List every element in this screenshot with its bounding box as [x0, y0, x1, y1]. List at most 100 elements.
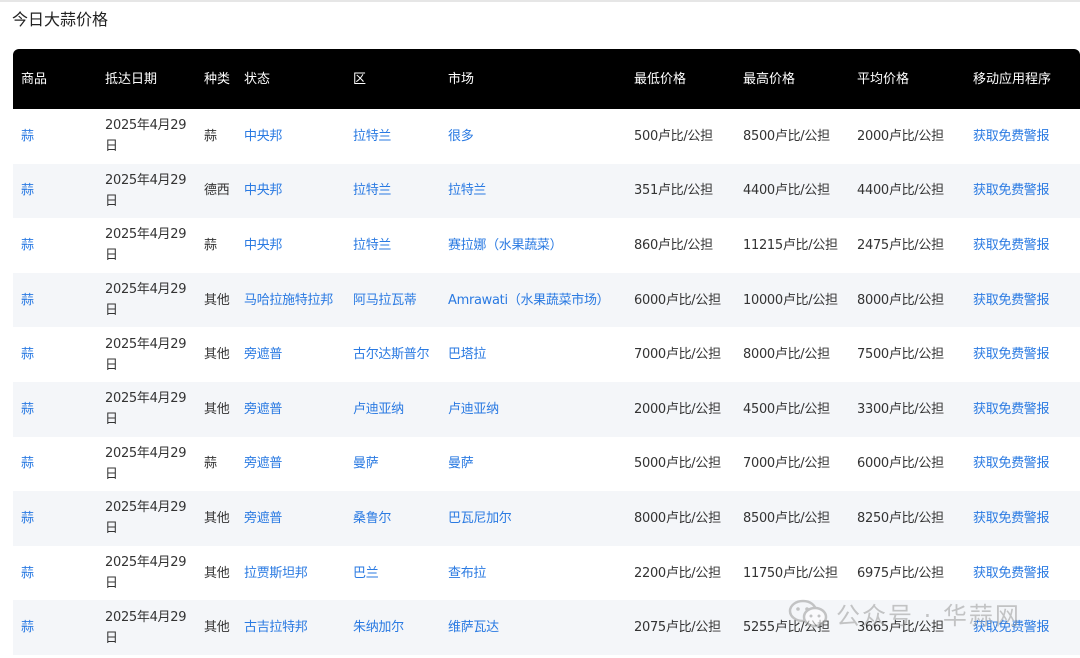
- cell-avg-price: 7500卢比/公担: [857, 347, 944, 363]
- cell-max-price: 8000卢比/公担: [743, 347, 830, 363]
- cell-max-price: 8500卢比/公担: [743, 128, 830, 144]
- cell-commodity[interactable]: 蒜: [13, 273, 97, 328]
- cell-market[interactable]: Amrawati（水果蔬菜市场）: [440, 273, 626, 328]
- cell-state[interactable]: 拉贾斯坦邦: [236, 546, 345, 601]
- cell-min-price: 351卢比/公担: [634, 183, 713, 199]
- cell-state[interactable]: 旁遮普: [236, 491, 345, 546]
- cell-arrival-date: 2025年4月29日: [105, 227, 187, 264]
- table-body: 蒜 2025年4月29日蒜中央邦 拉特兰 很多 500卢比/公担 8500卢比/公担 200…: [13, 109, 1080, 655]
- cell-state[interactable]: 中央邦: [236, 218, 345, 273]
- get-free-alerts-link[interactable]: 获取免费警报: [965, 382, 1080, 437]
- cell-state[interactable]: 旁遮普: [236, 437, 345, 492]
- get-free-alerts-link[interactable]: 获取免费警报: [965, 600, 1080, 655]
- header-mobile-app[interactable]: 移动应用程序: [965, 49, 1080, 109]
- cell-commodity[interactable]: 蒜: [13, 491, 97, 546]
- table-row: 蒜 2025年4月29日 其他 拉贾斯坦邦 巴兰 查布拉 2200卢比/公担 11750卢比/…: [13, 545, 1080, 601]
- get-free-alerts-link[interactable]: 获取免费警报: [965, 491, 1080, 546]
- cell-state[interactable]: 旁遮普: [236, 327, 345, 382]
- price-table-container: 商品 抵达日期 种类 状态 区 市场 最低价格 最高价格 平均价格 移动应用程序…: [13, 49, 1080, 655]
- get-free-alerts-link[interactable]: 获取免费警报: [965, 164, 1080, 219]
- get-free-alerts-link[interactable]: 获取免费警报: [965, 437, 1080, 492]
- header-avg-price[interactable]: 平均价格: [849, 49, 965, 109]
- cell-variety: 其他: [204, 292, 230, 308]
- cell-avg-price: 6000卢比/公担: [857, 456, 944, 472]
- get-free-alerts-link[interactable]: 获取免费警报: [965, 546, 1080, 601]
- cell-commodity[interactable]: 蒜: [13, 546, 97, 601]
- cell-min-price: 860卢比/公担: [634, 237, 713, 253]
- cell-market[interactable]: 巴瓦尼加尔: [440, 491, 626, 546]
- cell-commodity[interactable]: 蒜: [13, 327, 97, 382]
- table-row: 蒜 2025年4月29日 其他 古吉拉特邦 朱纳加尔 维萨瓦达 2075卢比/公担 5255卢…: [13, 600, 1080, 655]
- cell-district[interactable]: 曼萨: [345, 437, 440, 492]
- get-free-alerts-link[interactable]: 获取免费警报: [965, 273, 1080, 328]
- get-free-alerts-link[interactable]: 获取免费警报: [965, 327, 1080, 382]
- header-max-price[interactable]: 最高价格: [735, 49, 849, 109]
- cell-arrival-date: 2025年4月29日: [105, 336, 187, 373]
- cell-commodity[interactable]: 蒜: [13, 218, 97, 273]
- cell-district[interactable]: 巴兰: [345, 546, 440, 601]
- table-row: 蒜 2025年4月29日蒜中央邦 拉特兰 赛拉娜（水果蔬菜） 860卢比/公担 11215…: [13, 218, 1080, 273]
- cell-market[interactable]: 查布拉: [440, 546, 626, 601]
- cell-district[interactable]: 拉特兰: [345, 109, 440, 164]
- cell-market[interactable]: 拉特兰: [440, 164, 626, 219]
- cell-state[interactable]: 马哈拉施特拉邦: [236, 273, 345, 328]
- cell-max-price: 4400卢比/公担: [743, 183, 830, 199]
- cell-max-price: 4500卢比/公担: [743, 401, 830, 417]
- cell-district[interactable]: 卢迪亚纳: [345, 382, 440, 437]
- cell-commodity[interactable]: 蒜: [13, 109, 97, 164]
- cell-max-price: 11750卢比/公担: [743, 565, 838, 581]
- cell-market[interactable]: 很多: [440, 109, 626, 164]
- cell-min-price: 8000卢比/公担: [634, 510, 721, 526]
- cell-district[interactable]: 拉特兰: [345, 218, 440, 273]
- header-market[interactable]: 市场: [440, 49, 626, 109]
- table-row: 蒜 2025年4月29日蒜旁遮普 曼萨 曼萨 5000卢比/公担 7000卢比/公担 600…: [13, 436, 1080, 492]
- header-variety[interactable]: 种类: [196, 49, 236, 109]
- cell-district[interactable]: 朱纳加尔: [345, 600, 440, 655]
- cell-variety: 蒜: [204, 128, 217, 144]
- cell-variety: 蒜: [204, 237, 217, 253]
- cell-avg-price: 4400卢比/公担: [857, 183, 944, 199]
- cell-arrival-date: 2025年4月29日: [105, 555, 187, 592]
- cell-district[interactable]: 阿马拉瓦蒂: [345, 273, 440, 328]
- table-row: 蒜 2025年4月29日 其他 旁遮普 古尔达斯普尔 巴塔拉 7000卢比/公担 8000卢比…: [13, 327, 1080, 382]
- header-state[interactable]: 状态: [236, 49, 345, 109]
- cell-market[interactable]: 维萨瓦达: [440, 600, 626, 655]
- get-free-alerts-link[interactable]: 获取免费警报: [965, 109, 1080, 164]
- table-header: 商品 抵达日期 种类 状态 区 市场 最低价格 最高价格 平均价格 移动应用程序: [13, 49, 1080, 109]
- header-district[interactable]: 区: [345, 49, 440, 109]
- header-arrival-date[interactable]: 抵达日期: [97, 49, 196, 109]
- cell-state[interactable]: 中央邦: [236, 109, 345, 164]
- cell-variety: 其他: [204, 510, 230, 526]
- cell-market[interactable]: 巴塔拉: [440, 327, 626, 382]
- table-row: 蒜 2025年4月29日 其他 马哈拉施特拉邦 阿马拉瓦蒂 Amrawati（水果蔬菜市场…: [13, 272, 1080, 328]
- cell-variety: 德西: [204, 183, 230, 199]
- cell-variety: 其他: [204, 401, 230, 417]
- cell-district[interactable]: 拉特兰: [345, 164, 440, 219]
- header-commodity[interactable]: 商品: [13, 49, 97, 109]
- cell-variety: 其他: [204, 347, 230, 363]
- table-header-row: 商品 抵达日期 种类 状态 区 市场 最低价格 最高价格 平均价格 移动应用程序: [13, 49, 1080, 109]
- cell-market[interactable]: 曼萨: [440, 437, 626, 492]
- cell-district[interactable]: 古尔达斯普尔: [345, 327, 440, 382]
- cell-state[interactable]: 中央邦: [236, 164, 345, 219]
- cell-state[interactable]: 古吉拉特邦: [236, 600, 345, 655]
- cell-state[interactable]: 旁遮普: [236, 382, 345, 437]
- cell-market[interactable]: 赛拉娜（水果蔬菜）: [440, 218, 626, 273]
- header-min-price[interactable]: 最低价格: [626, 49, 735, 109]
- page: 今日大蒜价格 商品 抵达日期 种类 状态 区 市场 最低价格 最高价格 平均价格…: [0, 0, 1080, 658]
- get-free-alerts-link[interactable]: 获取免费警报: [965, 218, 1080, 273]
- cell-min-price: 2000卢比/公担: [634, 401, 721, 417]
- cell-commodity[interactable]: 蒜: [13, 382, 97, 437]
- cell-max-price: 5255卢比/公担: [743, 620, 830, 636]
- cell-arrival-date: 2025年4月29日: [105, 118, 187, 155]
- cell-commodity[interactable]: 蒜: [13, 437, 97, 492]
- cell-avg-price: 6975卢比/公担: [857, 565, 944, 581]
- cell-variety: 蒜: [204, 456, 217, 472]
- cell-commodity[interactable]: 蒜: [13, 164, 97, 219]
- cell-market[interactable]: 卢迪亚纳: [440, 382, 626, 437]
- cell-max-price: 7000卢比/公担: [743, 456, 830, 472]
- cell-variety: 其他: [204, 565, 230, 581]
- cell-avg-price: 2475卢比/公担: [857, 237, 944, 253]
- cell-commodity[interactable]: 蒜: [13, 600, 97, 655]
- cell-district[interactable]: 桑鲁尔: [345, 491, 440, 546]
